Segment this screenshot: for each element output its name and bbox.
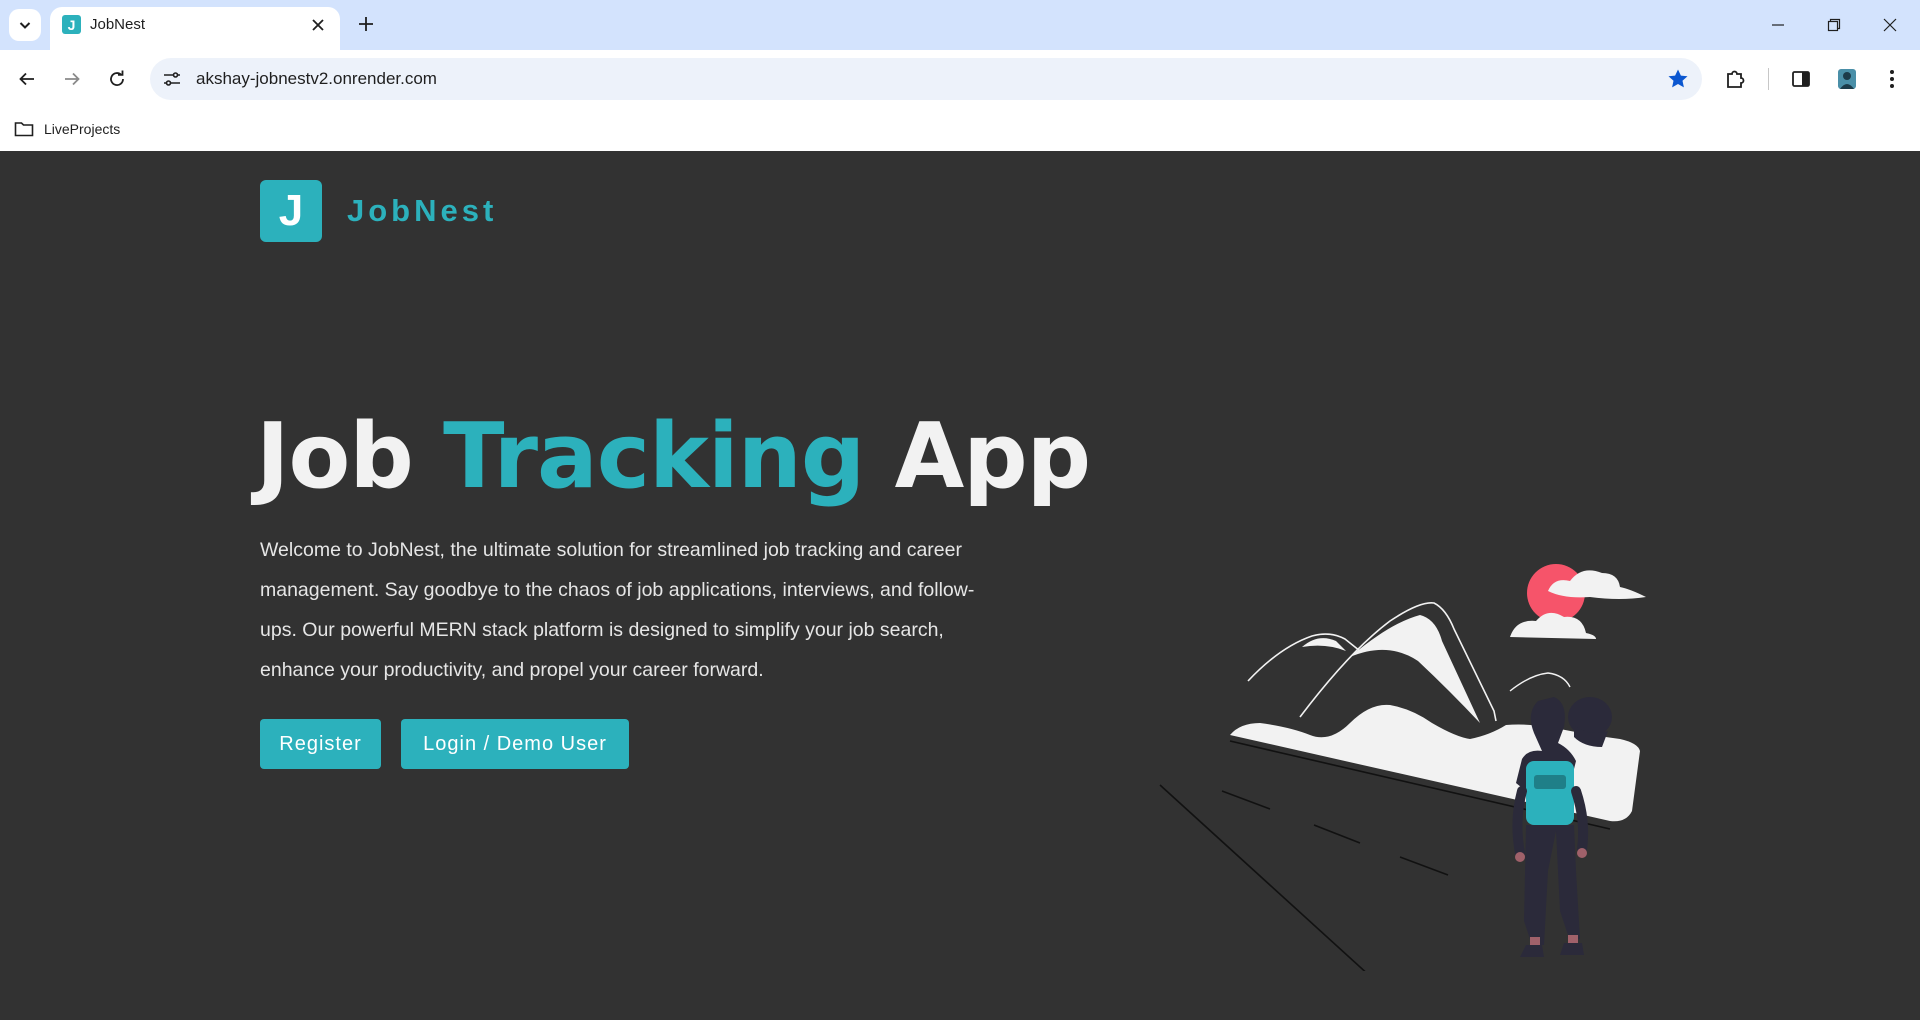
star-icon[interactable] bbox=[1666, 67, 1690, 91]
close-icon bbox=[312, 19, 324, 31]
tune-icon[interactable] bbox=[162, 69, 182, 89]
puzzle-icon bbox=[1727, 70, 1745, 88]
tab-search-button[interactable] bbox=[9, 9, 41, 41]
minimize-icon bbox=[1772, 24, 1784, 26]
side-panel-icon bbox=[1792, 71, 1810, 87]
plus-icon bbox=[359, 17, 373, 31]
bookmark-folder-liveprojects[interactable]: LiveProjects bbox=[14, 116, 120, 142]
browser-menu-button[interactable] bbox=[1877, 64, 1907, 94]
login-demo-button[interactable]: Login / Demo User bbox=[401, 719, 629, 769]
restore-button[interactable] bbox=[1806, 0, 1862, 50]
side-panel-button[interactable] bbox=[1786, 64, 1816, 94]
arrow-right-icon bbox=[65, 72, 80, 86]
tab-title: JobNest bbox=[90, 16, 146, 33]
kebab-menu-icon bbox=[1890, 70, 1894, 88]
tab-favicon: J bbox=[62, 15, 81, 34]
hero-description: Welcome to JobNest, the ultimate solutio… bbox=[260, 539, 975, 681]
register-button[interactable]: Register bbox=[260, 719, 381, 769]
road-lines bbox=[1159, 784, 1449, 971]
url-text[interactable]: akshay-jobnestv2.onrender.com bbox=[196, 69, 437, 89]
bookmarks-bar: LiveProjects bbox=[0, 108, 1920, 152]
close-icon bbox=[1883, 18, 1897, 32]
hero-title-part2: App bbox=[864, 404, 1092, 509]
profile-avatar[interactable] bbox=[1832, 64, 1862, 94]
browser-tab-bar: J JobNest bbox=[0, 0, 1920, 50]
minimize-button[interactable] bbox=[1750, 0, 1806, 50]
site-logo: J JobNest bbox=[260, 180, 497, 242]
chevron-down-icon bbox=[19, 22, 31, 29]
browser-toolbar: akshay-jobnestv2.onrender.com bbox=[0, 50, 1920, 108]
restore-icon bbox=[1827, 18, 1841, 32]
browser-tab-jobnest[interactable]: J JobNest bbox=[50, 7, 340, 50]
reload-icon bbox=[110, 70, 124, 86]
arrow-left-icon bbox=[19, 72, 34, 86]
address-bar[interactable]: akshay-jobnestv2.onrender.com bbox=[150, 58, 1702, 100]
avatar-icon bbox=[1838, 69, 1856, 89]
logo-text: JobNest bbox=[347, 193, 498, 228]
tab-close-button[interactable] bbox=[308, 15, 328, 35]
extensions-button[interactable] bbox=[1720, 64, 1750, 94]
back-button[interactable] bbox=[11, 63, 43, 95]
forward-button[interactable] bbox=[56, 63, 88, 95]
folder-icon bbox=[14, 122, 34, 137]
reload-button[interactable] bbox=[101, 63, 133, 95]
new-tab-button[interactable] bbox=[352, 10, 380, 38]
logo-mark: J bbox=[260, 180, 322, 242]
landing-page: J JobNest Job Tracking App Welcome to Jo… bbox=[0, 151, 1920, 1020]
close-window-button[interactable] bbox=[1862, 0, 1918, 50]
toolbar-divider bbox=[1768, 68, 1769, 90]
bookmark-folder-label: LiveProjects bbox=[44, 121, 121, 137]
hero-illustration bbox=[1159, 564, 1646, 971]
hero-title: Job Tracking App bbox=[256, 404, 1092, 509]
hero-title-part1: Job bbox=[256, 404, 444, 509]
hero-title-accent: Tracking bbox=[443, 404, 865, 509]
